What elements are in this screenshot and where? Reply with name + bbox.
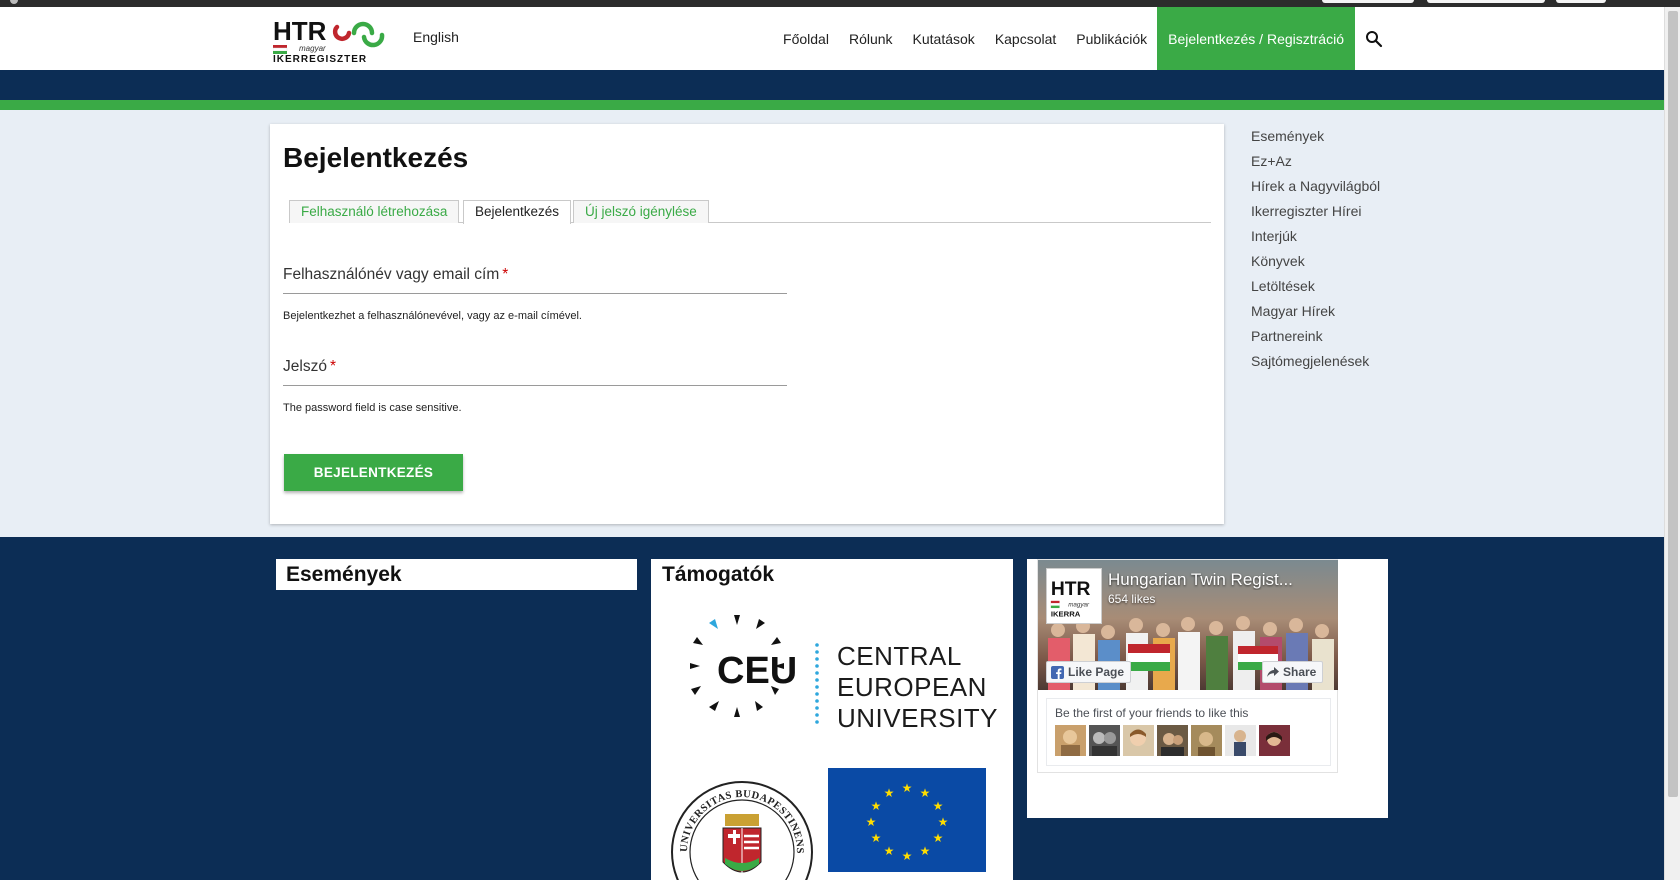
fb-logo-sub2: IKERRA: [1051, 609, 1081, 618]
tab-new-password[interactable]: Új jelszó igénylése: [573, 200, 709, 223]
ceu-abbr: CEU: [717, 650, 797, 692]
share-label: Share: [1283, 665, 1317, 679]
nav-item-home[interactable]: Főoldal: [773, 7, 839, 70]
language-switch[interactable]: English: [413, 29, 459, 45]
browser-corner-icon: [10, 0, 18, 4]
facebook-widget: HTR magyar IKERRA Hungarian Twin Regist.…: [1037, 559, 1338, 773]
logo-text: HTR: [273, 16, 327, 46]
browser-tab[interactable]: [1427, 0, 1545, 3]
events-panel-title: Események: [276, 559, 637, 590]
fb-logo-text: HTR: [1051, 579, 1091, 600]
semmelweis-seal[interactable]: UNIVERSITAS BUDAPESTINENSIS DE SEMMELWEI…: [669, 772, 815, 880]
svg-text:★: ★: [920, 844, 931, 858]
svg-text:★: ★: [933, 831, 944, 845]
facebook-likes-count: 654 likes: [1108, 592, 1156, 606]
ceu-line3: UNIVERSITY: [837, 703, 999, 733]
login-tabs: Felhasználó létrehozása Bejelentkezés Új…: [289, 200, 1211, 224]
site-header: HTR magyar IKERREGISZTER English Főoldal…: [0, 7, 1664, 70]
logo-sub1: magyar: [299, 44, 326, 53]
sidebar-item-downloads[interactable]: Letöltések: [1251, 278, 1380, 303]
page-title: Bejelentkezés: [283, 142, 469, 173]
facebook-friends-text: Be the first of your friends to like thi…: [1055, 706, 1249, 720]
sponsors-panel: Támogatók CEU CENTRAL EUROPEAN UNIVERSIT…: [651, 559, 1013, 880]
sidebar-item-hungarian-news[interactable]: Magyar Hírek: [1251, 303, 1380, 328]
username-help: Bejelentkezhet a felhasználónevével, vag…: [283, 310, 582, 322]
login-card: Bejelentkezés Felhasználó létrehozása Be…: [270, 124, 1224, 524]
scrollbar-thumb[interactable]: [1668, 11, 1678, 797]
sidebar-item-partners[interactable]: Partnereink: [1251, 328, 1380, 353]
friend-avatar[interactable]: [1225, 725, 1256, 756]
sidebar-item-registry-news[interactable]: Ikerregiszter Hírei: [1251, 203, 1380, 228]
sidebar-item-world-news[interactable]: Hírek a Nagyvilágból: [1251, 178, 1380, 203]
header-accent-line: [0, 100, 1664, 110]
category-sidebar: Események Ez+Az Hírek a Nagyvilágból Ike…: [1251, 128, 1380, 378]
facebook-page-logo[interactable]: HTR magyar IKERRA: [1046, 568, 1102, 624]
password-help: The password field is case sensitive.: [283, 402, 462, 414]
svg-text:★: ★: [866, 815, 877, 829]
friend-avatar[interactable]: [1089, 725, 1120, 756]
facebook-cover-photo[interactable]: HTR magyar IKERRA Hungarian Twin Regist.…: [1038, 560, 1338, 690]
sponsors-title: Támogatók: [662, 563, 775, 586]
sidebar-item-press[interactable]: Sajtómegjelenések: [1251, 353, 1380, 378]
svg-text:★: ★: [938, 815, 949, 829]
browser-tab[interactable]: [1322, 0, 1414, 3]
ceu-dotted-divider: [815, 643, 819, 724]
sidebar-item-ez-az[interactable]: Ez+Az: [1251, 153, 1380, 178]
nav-item-research[interactable]: Kutatások: [903, 7, 985, 70]
svg-text:★: ★: [902, 849, 913, 863]
browser-tab[interactable]: [1556, 0, 1606, 3]
tab-login[interactable]: Bejelentkezés: [463, 200, 572, 224]
friend-avatar[interactable]: [1259, 725, 1290, 756]
friend-avatar[interactable]: [1191, 725, 1222, 756]
login-button[interactable]: BEJELENTKEZÉS: [284, 454, 463, 491]
search-icon: [1366, 30, 1383, 47]
search-button[interactable]: [1355, 7, 1395, 70]
nav-item-about[interactable]: Rólunk: [839, 7, 903, 70]
header-band: [0, 70, 1664, 100]
ceu-name: CENTRAL EUROPEAN UNIVERSITY: [837, 641, 998, 734]
sidebar-item-events[interactable]: Események: [1251, 128, 1380, 153]
friend-avatar[interactable]: [1055, 725, 1086, 756]
svg-text:★: ★: [871, 799, 882, 813]
facebook-page-name[interactable]: Hungarian Twin Regist...: [1108, 570, 1333, 590]
htr-logo[interactable]: HTR magyar IKERREGISZTER: [273, 15, 395, 63]
password-underline: [283, 385, 787, 386]
ceu-line2: EUROPEAN: [837, 672, 987, 702]
friend-avatar[interactable]: [1123, 725, 1154, 756]
username-underline: [283, 293, 787, 294]
sidebar-item-interviews[interactable]: Interjúk: [1251, 228, 1380, 253]
nav-item-login-register[interactable]: Bejelentkezés / Regisztráció: [1157, 7, 1355, 70]
svg-text:★: ★: [920, 786, 931, 800]
facebook-icon: [1051, 666, 1064, 680]
fb-logo-sub1: magyar: [1068, 602, 1090, 609]
sidebar-item-books[interactable]: Könyvek: [1251, 253, 1380, 278]
main-nav: Főoldal Rólunk Kutatások Kapcsolat Publi…: [773, 7, 1395, 70]
svg-text:★: ★: [884, 786, 895, 800]
ceu-line1: CENTRAL: [837, 641, 962, 671]
share-arrow-icon: [1267, 667, 1279, 678]
password-input[interactable]: [283, 354, 787, 380]
svg-text:★: ★: [871, 831, 882, 845]
page-scrollbar[interactable]: [1664, 7, 1680, 880]
facebook-friends-box: Be the first of your friends to like thi…: [1046, 698, 1331, 766]
svg-text:★: ★: [933, 799, 944, 813]
logo-sub2: IKERREGISZTER: [273, 54, 367, 63]
tab-create-account[interactable]: Felhasználó létrehozása: [289, 200, 460, 223]
svg-text:★: ★: [902, 781, 913, 795]
nav-item-publications[interactable]: Publikációk: [1066, 7, 1157, 70]
friend-avatars: [1055, 725, 1290, 756]
eu-flag[interactable]: ★ ★ ★ ★ ★ ★ ★ ★ ★ ★ ★ ★: [828, 768, 986, 872]
browser-top-strip: [0, 0, 1680, 7]
share-button[interactable]: Share: [1262, 661, 1324, 683]
username-input[interactable]: [283, 262, 787, 288]
like-page-button[interactable]: Like Page: [1046, 661, 1132, 683]
like-page-label: Like Page: [1068, 665, 1125, 679]
facebook-panel: HTR magyar IKERRA Hungarian Twin Regist.…: [1027, 559, 1388, 818]
friend-avatar[interactable]: [1157, 725, 1188, 756]
svg-text:★: ★: [884, 844, 895, 858]
nav-item-contact[interactable]: Kapcsolat: [985, 7, 1066, 70]
